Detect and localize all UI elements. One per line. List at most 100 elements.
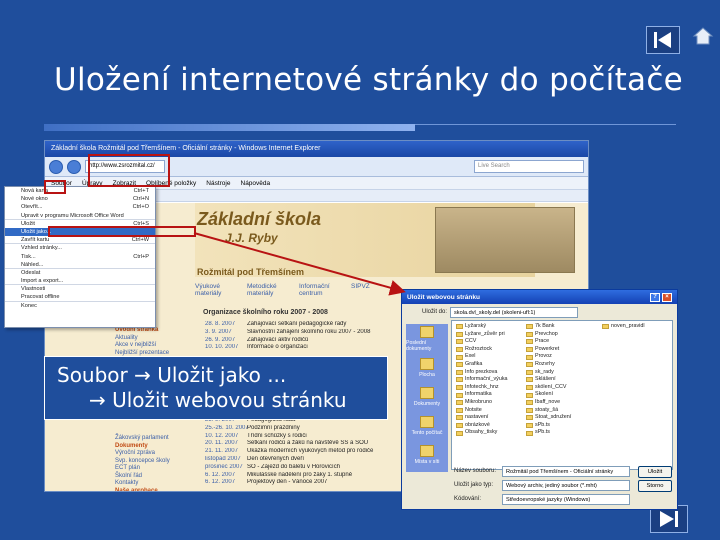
close-icon[interactable]: × [662,292,672,302]
event-date: 10. 12. 2007 [205,432,239,439]
encoding-select[interactable]: Středoevropské jazyky (Windows) [502,494,630,505]
file-menu-item[interactable]: Nové okno Ctrl+N [5,195,155,203]
folder-item[interactable]: Lyžarský [456,323,508,331]
site-tab[interactable]: Informační centrum [299,283,337,297]
filename-input[interactable]: Rožmitál pod Třemšínem - Oficiální strán… [502,466,630,477]
content-title: Organizace školního roku 2007 - 2008 [203,309,328,316]
place-shortcut[interactable]: Místa v síti [406,440,448,469]
folder-item[interactable]: obrázkové [456,422,508,430]
menu-item-label: Nové okno [21,196,48,203]
home-button[interactable] [692,26,714,46]
folder-icon [526,400,533,406]
folder-name: Exel [465,353,476,360]
event-row: 26. 9. 2007 Zahajovací aktiv rodičů [205,337,405,345]
site-link[interactable]: Školní řád [115,473,200,481]
folder-item[interactable]: Grafika [456,361,508,369]
site-link[interactable]: Výroční zpráva [115,450,200,458]
folder-item[interactable]: Powerkret [526,346,571,354]
menu-help[interactable]: Nápověda [241,180,271,187]
folder-item[interactable]: Lyžare_zůvěr pri [456,331,508,339]
folder-item[interactable]: Prace [526,338,571,346]
folder-item[interactable]: CCV [456,338,508,346]
site-link[interactable]: Úvodní stránka [115,327,200,335]
event-text: Slavnostní zahájení školního roku 2007 -… [247,328,371,335]
folder-item[interactable]: skólení_CCV [526,384,571,392]
folder-item[interactable]: noven_pravidl [602,323,645,331]
folder-item[interactable]: Mikrobruno [456,399,508,407]
file-menu-item[interactable]: Pracovat offline [5,293,155,302]
site-link[interactable]: Kontakty [115,480,200,488]
file-menu-item[interactable]: Odeslat [5,269,155,277]
save-button[interactable]: Uložit [638,466,672,478]
folder-item[interactable]: Rozvrhy [526,361,571,369]
site-link[interactable]: Dokumenty [115,443,200,451]
save-webpage-dialog: Uložit webovou stránku ? × Uložit do: sk… [401,289,678,510]
file-menu-item[interactable]: Tisk... Ctrl+P [5,253,155,261]
folder-item[interactable]: Provoz [526,353,571,361]
save-in-select[interactable]: skola.dvl_skoly.del (skoleni-ufl:1) [450,307,578,318]
place-shortcut[interactable]: Dokumenty [406,382,448,411]
site-link[interactable]: Svp. koncepce školy [115,458,200,466]
folder-item[interactable]: Skolení [526,391,571,399]
folder-item[interactable]: sPb.ts [526,429,571,437]
file-menu-item[interactable]: Otevřít... Ctrl+O [5,203,155,211]
folder-item[interactable]: Stoat_sdružení [526,414,571,422]
folder-item[interactable]: Prevchop [526,331,571,339]
site-tab[interactable]: Výukové materiály [195,283,233,297]
back-button[interactable] [49,159,63,174]
folder-item[interactable]: nastavení [456,414,508,422]
folder-item[interactable]: Info prezkova [456,369,508,377]
file-menu-item[interactable]: Import a export... [5,277,155,286]
site-tab[interactable]: Metodické materiály [247,283,285,297]
folder-item[interactable]: sk_rady [526,369,571,377]
folder-item[interactable]: 7k Bank [526,323,571,331]
folder-item[interactable]: Informatika [456,391,508,399]
folder-name: Rozvrhy [535,360,555,367]
events-lower: 25. 9. 2007 Pedagogická rada 25.-26. 10. 2… [205,417,405,487]
event-row: 6. 12. 2007 Mikulášské nadělení pro žáky … [205,472,405,480]
folder-item[interactable]: Ibaff_nove [526,399,571,407]
file-menu-item[interactable]: Vlastnosti [5,285,155,293]
menu-item-label: Uložit jako... [21,228,52,235]
file-menu-item[interactable]: Nová karta Ctrl+T [5,187,155,195]
event-text: SO - Zájezd do baletu v Horovicích [247,463,341,470]
forward-button[interactable] [67,159,81,174]
cancel-button[interactable]: Storno [638,480,672,492]
folder-item[interactable]: Infotechk_hnz [456,384,508,392]
event-text: Setkání rodičů a žáků na návštěvě SŠ a S… [247,440,369,447]
place-shortcut[interactable]: Tento počítač [406,411,448,440]
file-menu-item[interactable]: Zavřít kartu Ctrl+W [5,236,155,245]
site-link[interactable]: Aktuality [115,335,200,343]
folder-name: noven_pravidl [611,323,645,329]
folder-item[interactable]: stoaty_šá [526,407,571,415]
type-select[interactable]: Webový archiv, jediný soubor (*.mht) [502,480,630,491]
event-text: Zahajovací setkání pedagogické rady [247,321,347,327]
folder-item[interactable]: Sklášení [526,376,571,384]
folder-item[interactable]: Obsahy_tisky [456,429,508,437]
menu-tools[interactable]: Nástroje [206,180,230,187]
site-link[interactable]: Akce v nejbližší [115,342,200,350]
place-shortcut[interactable]: Plocha [406,353,448,382]
site-tab[interactable]: SIPVZ [351,283,389,297]
event-date: 26. 9. 2007 [205,336,236,343]
folder-item[interactable]: Informační_výuka [456,376,508,384]
event-row: prosinec 2007 SO - Zájezd do baletu v Hor… [205,464,405,472]
folder-item[interactable]: sPb.ts [526,422,571,430]
file-menu-item[interactable]: Náhled... [5,261,155,269]
site-link[interactable]: ECT plán [115,465,200,473]
folder-item[interactable]: Rožroztock [456,346,508,354]
folder-item[interactable]: Exel [456,353,508,361]
file-menu-item[interactable]: Konec [5,302,155,310]
help-button[interactable]: ? [650,292,660,302]
site-link[interactable]: Naše aprobace [115,488,200,492]
file-menu-item[interactable]: Upravit v programu Microsoft Office Word [5,212,155,220]
file-list: Lyžarský Lyžare_zůvěr pri CCV Rožroztock Exe… [451,320,673,470]
event-date: 3. 9. 2007 [205,328,232,335]
file-menu-item[interactable]: Vzhled stránky... [5,244,155,252]
site-link[interactable]: Žákovský parlament [115,435,200,443]
folder-icon [456,362,463,368]
search-input[interactable]: Live Search [474,160,584,173]
first-slide-button[interactable] [646,26,680,54]
place-shortcut[interactable]: Poslední dokumenty [406,324,448,353]
folder-item[interactable]: Notsite [456,407,508,415]
